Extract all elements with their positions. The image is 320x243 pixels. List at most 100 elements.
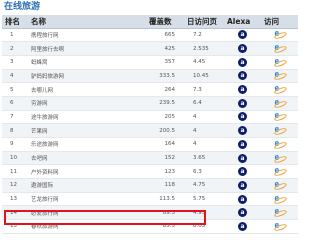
alexa-cell: a [224, 219, 261, 234]
coverage-cell: 152 [146, 151, 184, 166]
rank-cell: 15 [2, 219, 28, 234]
visit-cell: e [261, 123, 298, 138]
alexa-cell: a [224, 55, 261, 70]
alexa-cell: a [224, 28, 261, 43]
rank-cell: 8 [2, 123, 28, 138]
alexa-icon[interactable]: a [238, 112, 247, 122]
ie-browser-icon[interactable]: e [273, 207, 287, 219]
rank-cell: 1 [2, 28, 28, 43]
visit-cell: e [261, 55, 298, 70]
alexa-icon[interactable]: a [238, 57, 247, 67]
ie-browser-icon[interactable]: e [273, 56, 287, 68]
ie-browser-icon[interactable]: e [273, 97, 287, 109]
visit-cell: e [261, 137, 298, 152]
visit-cell: e [261, 69, 298, 84]
ie-browser-icon[interactable]: e [273, 179, 287, 191]
alexa-icon[interactable]: a [238, 153, 247, 163]
rank-cell: 7 [2, 110, 28, 125]
table-row: 9 乐途旅游网 164 4 a e [2, 137, 298, 152]
col-visit: 访问 [261, 15, 298, 29]
coverage-cell: 333.5 [146, 69, 184, 84]
ranking-table: 排名 名称 覆盖数 日访问页 Alexa 访问 1 携程旅行网 665 7.2 a e 2 阿… [2, 15, 298, 234]
alexa-icon[interactable]: a [238, 71, 247, 81]
ie-browser-icon[interactable]: e [273, 152, 287, 164]
alexa-cell: a [224, 110, 261, 125]
alexa-icon[interactable]: a [238, 44, 247, 54]
site-name-cell[interactable]: 必爱旅行网 [28, 205, 146, 221]
site-name-cell[interactable]: 穷游网 [28, 96, 146, 111]
visit-cell: e [261, 192, 298, 207]
table-row: 14 必爱旅行网 89.5 4.95 a e [2, 205, 298, 221]
site-name-cell[interactable]: 驴妈妈旅游网 [28, 69, 146, 84]
site-name-cell[interactable]: 阿里旅行去啊 [28, 41, 146, 56]
rank-cell: 3 [2, 55, 28, 70]
coverage-cell: 264 [146, 82, 184, 97]
site-name-cell[interactable]: 途牛旅游网 [28, 110, 146, 125]
alexa-cell: a [224, 192, 261, 207]
rank-cell: 5 [2, 82, 28, 97]
site-name-cell[interactable]: 春秋旅游网 [28, 219, 146, 234]
alexa-icon[interactable]: a [238, 221, 247, 231]
table-row: 13 艺龙旅行网 113.5 5.75 a e [2, 192, 298, 207]
alexa-icon[interactable]: a [238, 85, 247, 95]
site-name-cell[interactable]: 蚂蜂窝 [28, 55, 146, 70]
alexa-icon[interactable]: a [238, 208, 247, 218]
site-name-cell[interactable]: 户外资料网 [28, 164, 146, 180]
ie-browser-icon[interactable]: e [273, 193, 287, 205]
daily-pv-cell: 4.45 [184, 55, 224, 70]
visit-cell: e [261, 164, 298, 180]
ie-browser-icon[interactable]: e [273, 138, 287, 150]
site-name-cell[interactable]: 芒果网 [28, 123, 146, 138]
daily-pv-cell: 6.3 [184, 164, 224, 180]
rank-cell: 2 [2, 41, 28, 56]
visit-cell: e [261, 151, 298, 166]
ie-browser-icon[interactable]: e [273, 111, 287, 123]
ranking-panel: 在线旅游 排名 名称 覆盖数 日访问页 Alexa 访问 1 携程旅行网 665 7.… [0, 0, 300, 243]
alexa-cell: a [224, 96, 261, 111]
section-title: 在线旅游 [4, 2, 41, 12]
table-row: 10 去吧网 152 3.65 a e [2, 151, 298, 166]
ie-browser-icon[interactable]: e [273, 166, 287, 178]
table-row: 1 携程旅行网 665 7.2 a e [2, 28, 298, 43]
alexa-icon[interactable]: a [238, 167, 247, 177]
coverage-cell: 118 [146, 178, 184, 193]
site-name-cell[interactable]: 去哪儿网 [28, 82, 146, 97]
table-row: 15 春秋旅游网 83.5 8.05 a e [2, 219, 298, 234]
visit-cell: e [261, 96, 298, 111]
site-name-cell[interactable]: 遨游国际 [28, 178, 146, 193]
table-row: 11 户外资料网 123 6.3 a e [2, 164, 298, 180]
visit-cell: e [261, 41, 298, 56]
daily-pv-cell: 4 [184, 123, 224, 138]
site-name-cell[interactable]: 艺龙旅行网 [28, 192, 146, 207]
rank-cell: 12 [2, 178, 28, 193]
ie-browser-icon[interactable]: e [273, 125, 287, 137]
rank-cell: 11 [2, 164, 28, 180]
daily-pv-cell: 8.05 [184, 219, 224, 234]
visit-cell: e [261, 110, 298, 125]
alexa-icon[interactable]: a [238, 139, 247, 149]
alexa-icon[interactable]: a [238, 180, 247, 190]
alexa-icon[interactable]: a [238, 98, 247, 108]
alexa-cell: a [224, 164, 261, 180]
alexa-cell: a [224, 137, 261, 152]
ie-browser-icon[interactable]: e [273, 70, 287, 82]
alexa-icon[interactable]: a [238, 194, 247, 204]
ie-browser-icon[interactable]: e [273, 29, 287, 41]
coverage-cell: 123 [146, 164, 184, 180]
alexa-icon[interactable]: a [238, 30, 247, 40]
rank-cell: 10 [2, 151, 28, 166]
col-coverage: 覆盖数 [146, 15, 184, 29]
ie-browser-icon[interactable]: e [273, 220, 287, 233]
alexa-cell: a [224, 82, 261, 97]
table-row: 6 穷游网 239.5 6.4 a e [2, 96, 298, 111]
visit-cell: e [261, 28, 298, 43]
site-name-cell[interactable]: 乐途旅游网 [28, 137, 146, 152]
col-name: 名称 [28, 15, 146, 29]
alexa-icon[interactable]: a [238, 126, 247, 136]
ie-browser-icon[interactable]: e [273, 84, 287, 96]
alexa-cell: a [224, 151, 261, 166]
rank-cell: 14 [2, 205, 28, 221]
site-name-cell[interactable]: 去吧网 [28, 151, 146, 166]
site-name-cell[interactable]: 携程旅行网 [28, 28, 146, 43]
ie-browser-icon[interactable]: e [273, 43, 287, 55]
